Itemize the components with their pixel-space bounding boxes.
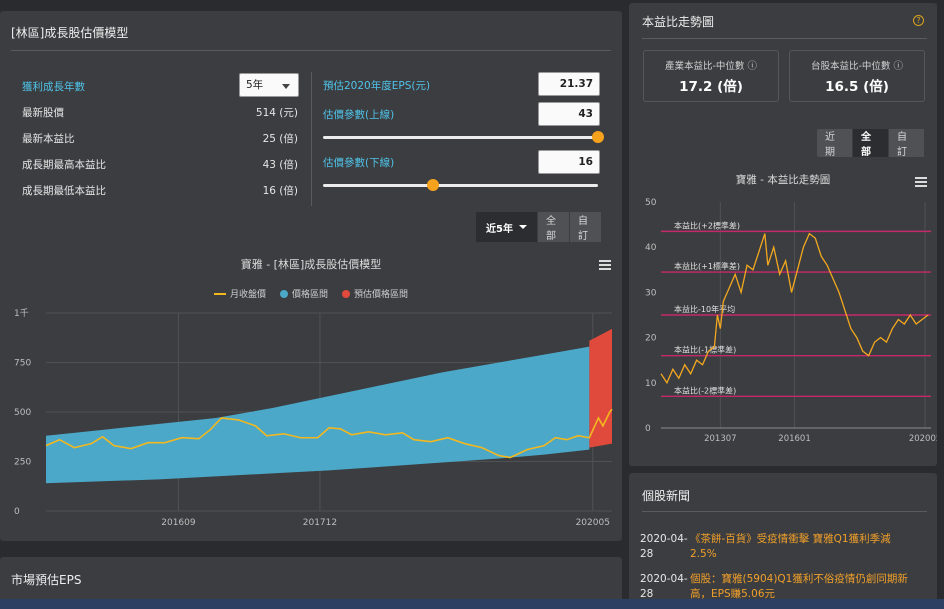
help-icon[interactable]: ? [913,15,924,26]
pe-chart-title: 寶雅 - 本益比走勢圖 [735,174,831,186]
param-value: 16 (倍) [262,185,298,197]
bottom-bar [0,599,944,609]
select-value: 5年 [246,79,264,91]
y-tick-label: 500 [14,408,31,418]
lower-param-slider[interactable] [323,184,598,187]
range-button[interactable]: 近期 [817,129,853,157]
legend-item[interactable]: 預估價格區間 [342,287,408,300]
y-tick-label: 0 [14,507,20,517]
legend-line-icon [213,292,226,295]
range-button[interactable]: 自訂 [570,212,602,242]
legend-label: 預估價格區間 [354,290,409,300]
news-headline[interactable]: 個股：寶雅(5904)Q1獲利不俗疫情仍創同期新 高，EPS賺5.06元 [690,572,930,602]
industry-pe-value: 17.2 (倍) [679,79,743,95]
std-line-label: 本益比-10年平均 [674,304,735,314]
y-tick-label: 40 [645,243,657,253]
model-chart-title: 寶雅 - [林區]成長股估價模型 [240,258,382,271]
model-range-buttons: 近5年 全部 自訂 [476,212,602,242]
param-value: 43 (倍) [262,159,298,171]
x-tick-label: 201307 [704,434,736,444]
news-date: 2020-04- 28 [640,533,688,560]
std-line-label: 本益比(-1標準差) [674,345,736,355]
pe-trend-chart: 0 10 20 30 40 50 201307 201601 202005 本益比(+2標準差) 本… [645,198,937,444]
x-tick-label: 202005 [576,518,610,528]
x-tick-label: 201601 [778,434,810,444]
chevron-down-icon [518,225,527,229]
legend-label: 價格區間 [291,290,328,300]
market-pe-value: 16.5 (倍) [825,79,889,95]
param-label: 獲利成長年數 [22,81,85,93]
lower-param-label: 估價參數(下線) [323,157,395,169]
legend-item[interactable]: 月收盤價 [213,287,266,300]
info-icon: ⓘ [747,61,757,72]
pe-range-buttons: 近期 全部 自訂 [817,129,925,157]
y-tick-label: 250 [14,458,31,468]
news-headline[interactable]: 《茶餅-百貨》受疫情衝擊 寶雅Q1獲利季減 2.5% [690,532,930,562]
legend-dot-icon [279,289,288,298]
x-tick-label: 201609 [161,518,196,528]
y-tick-label: 30 [645,288,657,298]
y-tick-label: 50 [645,198,657,208]
param-label: 成長期最低本益比 [22,185,106,197]
legend-item[interactable]: 價格區間 [279,287,328,300]
param-value: 25 (倍) [262,133,298,145]
std-line-label: 本益比(+1標準差) [674,261,740,271]
y-tick-label: 1千 [14,308,29,319]
y-tick-label: 0 [645,424,651,434]
upper-param-label: 估價參數(上線) [323,109,395,121]
range-button[interactable]: 自訂 [889,129,925,157]
std-line-label: 本益比(-2標準差) [674,385,736,395]
chevron-down-icon [282,84,290,89]
column-divider [311,72,312,206]
eps-label: 預估2020年度EPS(元) [323,80,431,92]
range-button[interactable]: 近5年 [476,212,538,242]
industry-pe-label: 產業本益比-中位數 ⓘ [665,61,757,72]
market-pe-card: 台股本益比-中位數 ⓘ 16.5 (倍) [789,50,925,102]
legend-dot-icon [342,289,350,298]
eps-panel-title: 市場預估EPS [11,573,82,587]
valuation-model-chart: 0 250 500 750 1千 201609 201712 202005 [14,308,613,528]
param-value: 514 (元) [255,107,298,119]
upper-param-slider[interactable] [323,136,598,139]
lower-slider-handle[interactable] [427,179,439,191]
y-tick-label: 20 [645,334,657,344]
param-label: 成長期最高本益比 [22,159,106,171]
news-panel-title: 個股新聞 [642,489,691,503]
upper-slider-handle[interactable] [592,131,604,143]
range-button[interactable]: 全部 [538,212,570,242]
price-range-band [46,346,590,484]
param-label: 最新股價 [22,107,64,119]
pe-panel-title: 本益比走勢圖 [642,15,715,29]
panel-title: [林區]成長股估價模型 [11,26,129,40]
legend-label: 月收盤價 [229,290,266,300]
pe-chart-menu-icon[interactable] [915,177,927,187]
range-button[interactable]: 全部 [853,129,889,157]
x-tick-label: 201712 [303,518,337,528]
std-line-label: 本益比(+2標準差) [674,220,740,230]
upper-param-input[interactable]: 43 [538,102,600,126]
industry-pe-card: 產業本益比-中位數 ⓘ 17.2 (倍) [643,50,779,102]
eps-input[interactable]: 21.37 [538,72,600,96]
divider [642,511,927,512]
y-tick-label: 750 [14,359,31,369]
lower-param-input[interactable]: 16 [538,150,600,174]
y-tick-label: 10 [645,379,657,389]
news-date: 2020-04- 28 [640,573,688,600]
x-tick-label: 202005 [909,434,937,444]
model-chart-legend: 月收盤價 價格區間 預估價格區間 [0,287,622,300]
growth-years-select[interactable]: 5年 [239,73,299,97]
divider [11,50,611,51]
chart-menu-icon[interactable] [599,260,611,270]
divider [642,38,927,39]
info-icon: ⓘ [893,61,903,72]
market-pe-label: 台股本益比-中位數 ⓘ [811,61,903,72]
param-label: 最新本益比 [22,133,75,145]
